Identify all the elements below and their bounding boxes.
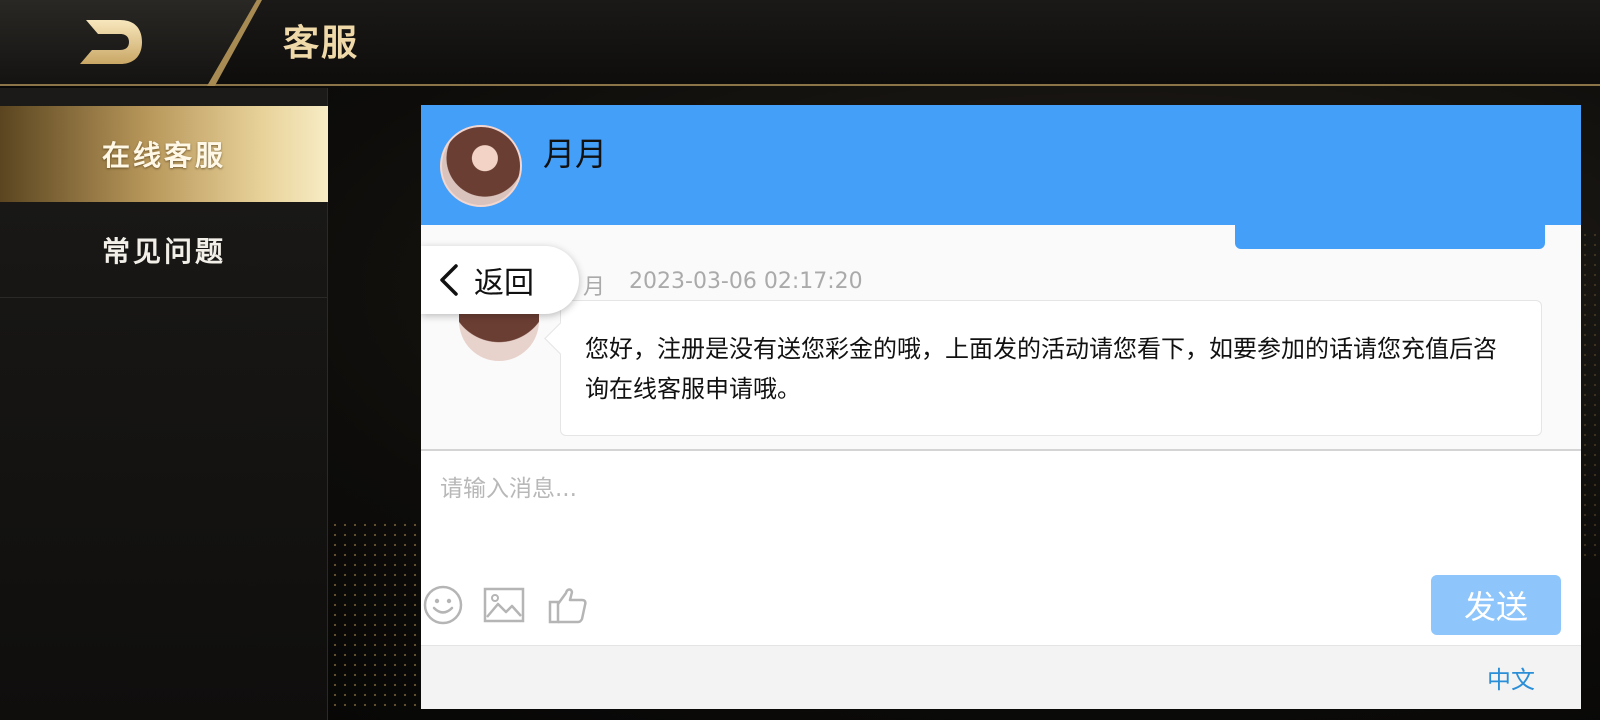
thumbs-up-icon[interactable]: [546, 583, 590, 627]
sidebar-item-faq[interactable]: 常见问题: [0, 202, 328, 298]
top-bar: 客服: [0, 0, 1600, 86]
send-button[interactable]: 发送: [1431, 575, 1561, 635]
gold-dots-decoration: [330, 520, 420, 710]
message-sender: 月: [583, 275, 606, 300]
message-input-area: 发送: [421, 449, 1581, 645]
message-bubble: 您好，注册是没有送您彩金的哦，上面发的活动请您看下，如要参加的话请您充值后咨询在…: [560, 300, 1542, 436]
message-input[interactable]: [440, 465, 1540, 513]
sidebar-item-label: 常见问题: [101, 234, 226, 268]
chat-panel: 月月 月 2023-03-06 02:17:20 您好，注册是没有送您彩金的哦，…: [421, 105, 1581, 709]
message-text: 您好，注册是没有送您彩金的哦，上面发的活动请您看下，如要参加的话请您充值后咨询在…: [585, 335, 1497, 403]
chat-footer: 中文: [421, 645, 1581, 709]
message-meta: 月 2023-03-06 02:17:20: [583, 269, 863, 301]
image-icon[interactable]: [482, 583, 526, 627]
chat-header: 月月: [421, 105, 1581, 225]
previous-message-bubble: [1235, 225, 1545, 249]
sidebar: 在线客服 常见问题: [0, 88, 328, 720]
back-arrow-icon[interactable]: [76, 18, 144, 66]
message-timestamp: 2023-03-06 02:17:20: [629, 269, 863, 294]
page-title: 客服: [283, 23, 360, 64]
language-switch[interactable]: 中文: [1487, 660, 1535, 695]
agent-name: 月月: [543, 135, 608, 173]
return-label: 返回: [474, 266, 534, 301]
return-button[interactable]: 返回: [421, 246, 579, 314]
chevron-left-icon: [440, 264, 458, 296]
agent-avatar: [440, 125, 522, 207]
emoji-icon[interactable]: [421, 583, 465, 627]
sidebar-item-online-service[interactable]: 在线客服: [0, 106, 328, 202]
sidebar-item-label: 在线客服: [101, 139, 226, 172]
